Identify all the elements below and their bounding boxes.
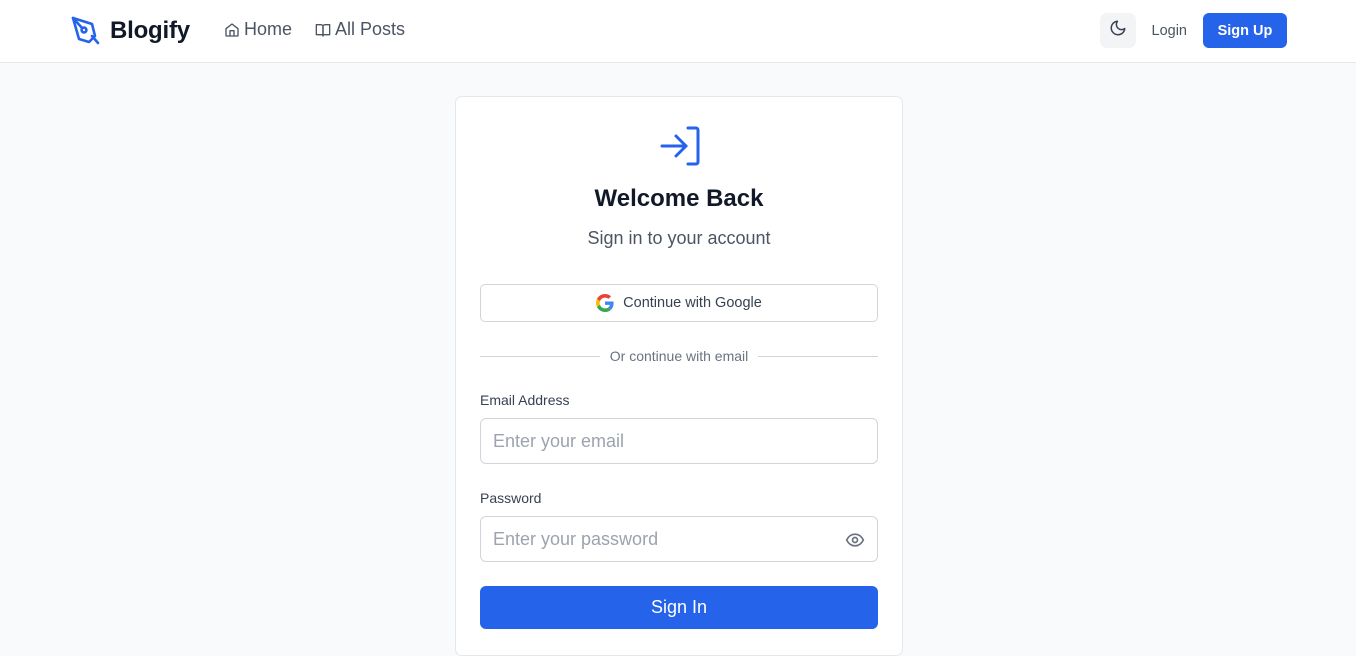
email-field-wrapper — [480, 418, 878, 464]
password-label: Password — [480, 490, 542, 506]
brand-logo-link[interactable]: Blogify — [70, 14, 190, 48]
email-input[interactable] — [481, 419, 833, 463]
sign-in-button[interactable]: Sign In — [480, 586, 878, 629]
eye-icon[interactable] — [845, 530, 865, 550]
nav-link-all-posts[interactable]: All Posts — [315, 19, 405, 40]
divider-text: Or continue with email — [609, 348, 749, 364]
continue-with-google-label: Continue with Google — [623, 295, 762, 311]
login-link[interactable]: Login — [1152, 23, 1187, 39]
nav-link-all-posts-label: All Posts — [335, 19, 406, 39]
main-nav: Home All Posts — [224, 19, 405, 40]
home-icon — [224, 22, 240, 38]
email-label: Email Address — [480, 392, 570, 408]
divider-line-left — [480, 355, 600, 357]
top-navbar: Blogify Home All Posts Login Sign Up — [0, 0, 1356, 63]
brand-name: Blogify — [110, 17, 190, 44]
login-card: Welcome Back Sign in to your account Con… — [455, 96, 903, 656]
password-input[interactable] — [481, 517, 833, 561]
book-open-icon — [315, 22, 331, 38]
password-field-wrapper — [480, 516, 878, 562]
log-in-icon — [658, 125, 702, 167]
login-subtitle: Sign in to your account — [587, 228, 771, 248]
nav-link-home-label: Home — [244, 19, 293, 39]
sign-up-button[interactable]: Sign Up — [1203, 13, 1287, 48]
login-title: Welcome Back — [594, 185, 764, 212]
moon-icon — [1109, 19, 1127, 42]
continue-with-google-button[interactable]: Continue with Google — [480, 284, 878, 322]
nav-actions: Login Sign Up — [1099, 13, 1287, 48]
google-icon — [596, 294, 614, 312]
nav-link-home[interactable]: Home — [224, 19, 292, 40]
or-divider: Or continue with email — [480, 346, 879, 366]
pen-nib-icon — [70, 15, 102, 47]
divider-line-right — [758, 355, 879, 357]
theme-toggle-button[interactable] — [1099, 13, 1136, 48]
